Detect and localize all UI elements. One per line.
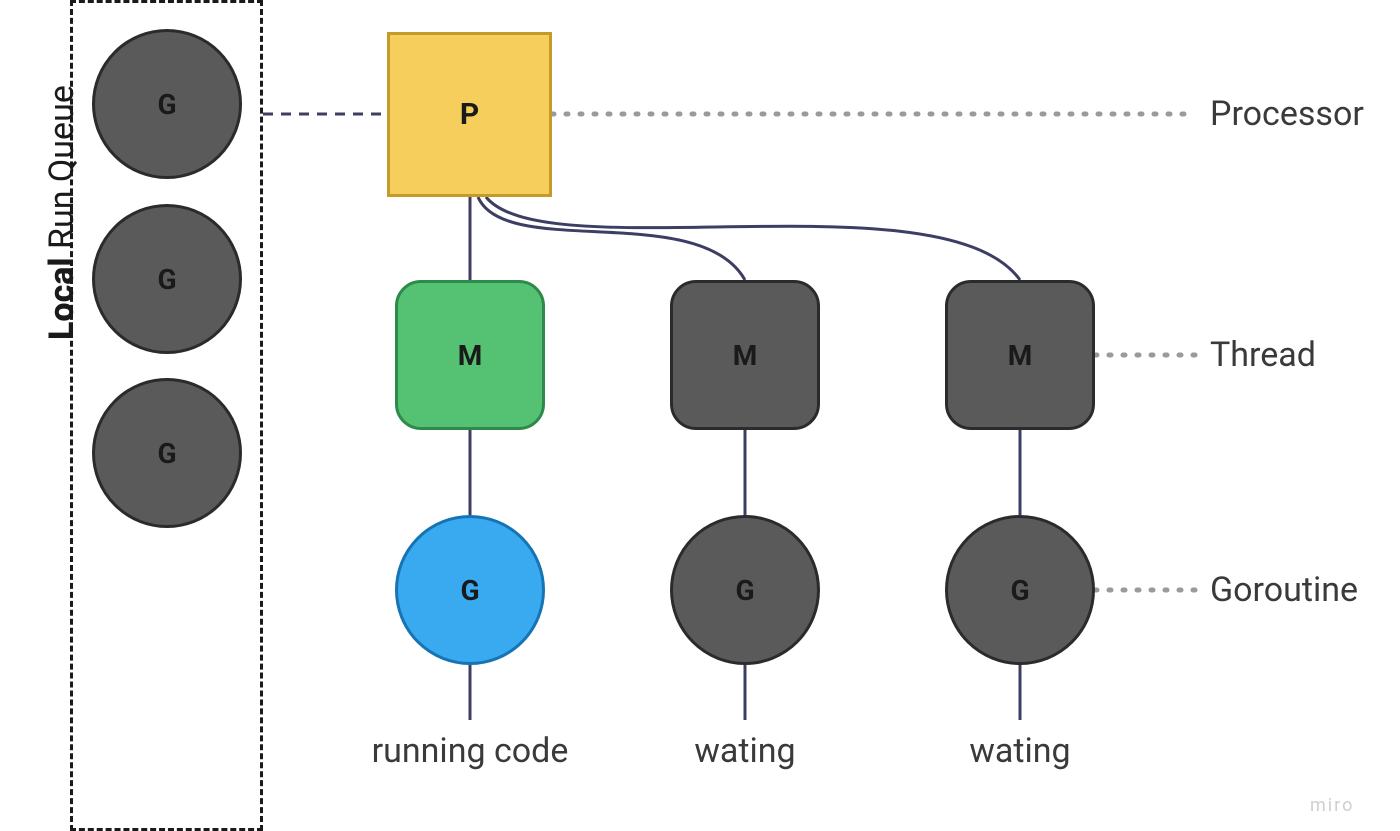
processor-label: Processor bbox=[1210, 94, 1364, 134]
status-label-2: wating bbox=[910, 730, 1130, 773]
status-label-0: running code bbox=[360, 730, 580, 773]
queue-goroutine-0-letter: G bbox=[157, 88, 176, 121]
thread-node-2: M bbox=[945, 280, 1095, 430]
thread-0-letter: M bbox=[458, 339, 483, 372]
queue-goroutine-0: G bbox=[92, 29, 242, 179]
watermark: miro bbox=[1310, 795, 1354, 816]
goroutine-node-1: G bbox=[670, 515, 820, 665]
thread-node-1: M bbox=[670, 280, 820, 430]
queue-goroutine-1-letter: G bbox=[157, 263, 176, 296]
local-run-queue-label: Local Run Queue bbox=[42, 85, 82, 340]
curve-p-to-m3 bbox=[486, 197, 1020, 280]
goroutine-0-letter: G bbox=[460, 574, 479, 607]
lrq-label-bold: Local bbox=[42, 257, 82, 340]
goroutine-2-letter: G bbox=[1010, 574, 1029, 607]
queue-goroutine-1: G bbox=[92, 204, 242, 354]
thread-2-letter: M bbox=[1008, 339, 1033, 372]
goroutine-label: Goroutine bbox=[1210, 570, 1358, 610]
queue-goroutine-2: G bbox=[92, 378, 242, 528]
diagram-canvas: Local Run Queue G G G P Processor M M M … bbox=[0, 0, 1400, 831]
goroutine-node-2: G bbox=[945, 515, 1095, 665]
queue-goroutine-2-letter: G bbox=[157, 437, 176, 470]
thread-1-letter: M bbox=[733, 339, 758, 372]
lrq-label-rest: Run Queue bbox=[42, 85, 82, 257]
goroutine-1-letter: G bbox=[735, 574, 754, 607]
processor-node: P bbox=[387, 32, 552, 197]
curve-p-to-m2 bbox=[478, 197, 745, 280]
status-label-1: wating bbox=[635, 730, 855, 773]
thread-node-0: M bbox=[395, 280, 545, 430]
thread-label: Thread bbox=[1210, 335, 1316, 375]
processor-letter: P bbox=[460, 97, 479, 132]
goroutine-node-0: G bbox=[395, 515, 545, 665]
